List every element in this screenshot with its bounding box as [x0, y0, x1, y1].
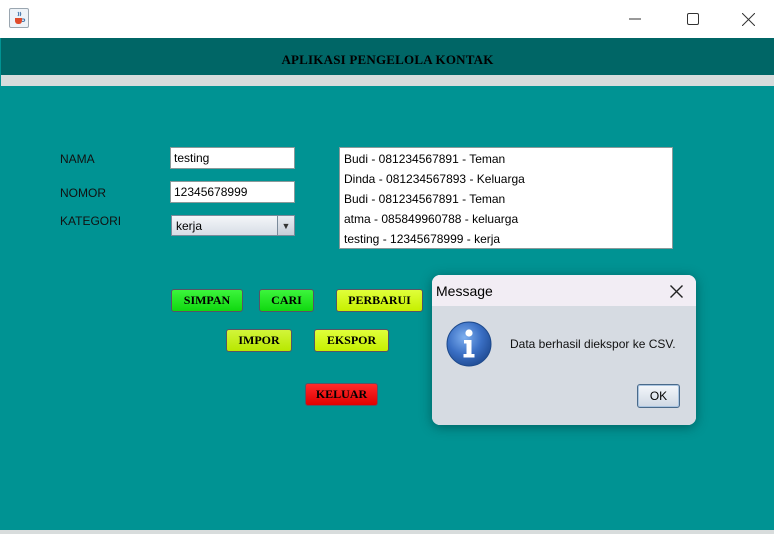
- header-band: APLIKASI PENGELOLA KONTAK: [1, 38, 774, 75]
- dialog-body: Data berhasil diekspor ke CSV. OK: [432, 306, 696, 425]
- keluar-button[interactable]: KELUAR: [305, 383, 378, 406]
- separator-strip: [1, 75, 774, 86]
- bottom-border: [0, 530, 774, 534]
- ekspor-button[interactable]: EKSPOR: [314, 329, 389, 352]
- list-item[interactable]: Budi - 081234567891 - Teman: [340, 150, 672, 170]
- list-item[interactable]: Budi - 081234567891 - Teman: [340, 190, 672, 210]
- list-item[interactable]: Dinda - 081234567893 - Keluarga: [340, 170, 672, 190]
- dialog-message: Data berhasil diekspor ke CSV.: [510, 337, 676, 351]
- maximize-button[interactable]: [664, 0, 722, 38]
- nomor-label: NOMOR: [60, 186, 106, 200]
- nomor-input[interactable]: 12345678999: [170, 181, 295, 203]
- close-window-button[interactable]: [722, 0, 774, 38]
- ok-button[interactable]: OK: [637, 384, 680, 408]
- message-dialog: Message Data berhasil diekspor ke CSV. O…: [432, 275, 696, 425]
- window-titlebar: [0, 0, 774, 38]
- kategori-select[interactable]: kerja ▼: [171, 215, 295, 236]
- dialog-close-button[interactable]: [666, 281, 686, 301]
- list-item[interactable]: testing - 12345678999 - kerja: [340, 230, 672, 250]
- nama-input[interactable]: testing: [170, 147, 295, 169]
- contact-list[interactable]: Budi - 081234567891 - Teman Dinda - 0812…: [339, 147, 673, 249]
- kategori-selected-value: kerja: [176, 219, 203, 233]
- minimize-button[interactable]: [606, 0, 664, 38]
- kategori-label: KATEGORI: [60, 214, 122, 228]
- minimize-icon: [629, 18, 641, 20]
- simpan-button[interactable]: SIMPAN: [171, 289, 243, 312]
- close-icon: [669, 284, 683, 298]
- cari-button[interactable]: CARI: [259, 289, 314, 312]
- dropdown-arrow-icon[interactable]: ▼: [277, 216, 294, 235]
- maximize-icon: [687, 13, 699, 25]
- close-icon: [741, 12, 755, 26]
- nama-label: NAMA: [60, 152, 95, 166]
- dialog-titlebar: Message: [432, 275, 696, 306]
- impor-button[interactable]: IMPOR: [226, 329, 292, 352]
- perbarui-button[interactable]: PERBARUI: [336, 289, 423, 312]
- dialog-title: Message: [436, 283, 493, 299]
- app-title: APLIKASI PENGELOLA KONTAK: [281, 52, 494, 67]
- java-cup-icon: [9, 8, 29, 28]
- info-icon: [446, 321, 492, 367]
- list-item[interactable]: atma - 085849960788 - keluarga: [340, 210, 672, 230]
